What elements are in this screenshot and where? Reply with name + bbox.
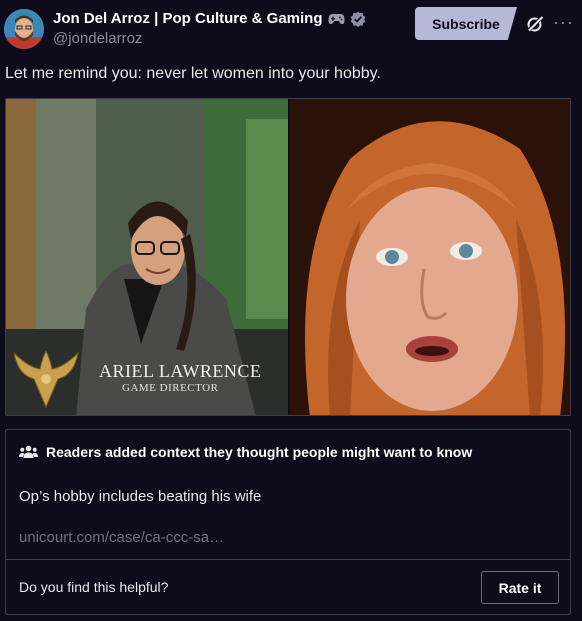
studio-logo-emblem xyxy=(13,349,79,409)
community-note-body: Op’s hobby includes beating his wife xyxy=(19,488,262,505)
author-handle[interactable]: @jondelarroz xyxy=(53,30,142,47)
game-controller-icon xyxy=(327,13,345,24)
community-note: Readers added context they thought peopl… xyxy=(5,429,571,615)
author-name-row[interactable]: Jon Del Arroz | Pop Culture & Gaming xyxy=(53,10,366,27)
nameplate-title: GAME DIRECTOR xyxy=(122,382,219,394)
community-note-title: Readers added context they thought peopl… xyxy=(46,444,473,460)
avatar-image xyxy=(4,9,44,49)
avatar[interactable] xyxy=(4,9,44,49)
community-note-divider xyxy=(6,559,570,560)
people-icon xyxy=(19,445,38,458)
redhead-character-image xyxy=(290,99,570,415)
tweet-text: Let me remind you: never let women into … xyxy=(5,65,381,82)
verified-check-icon xyxy=(350,11,365,27)
community-note-header: Readers added context they thought peopl… xyxy=(19,444,472,460)
rate-it-button[interactable]: Rate it xyxy=(481,571,559,604)
media-grid[interactable]: ARIEL LAWRENCE GAME DIRECTOR xyxy=(5,98,571,416)
more-horizontal-icon[interactable]: ··· xyxy=(553,12,574,33)
author-display-name[interactable]: Jon Del Arroz | Pop Culture & Gaming xyxy=(53,10,323,27)
photo-game-director[interactable]: ARIEL LAWRENCE GAME DIRECTOR xyxy=(6,99,288,415)
community-note-source-link[interactable]: unicourt.com/case/ca-ccc-sa… xyxy=(19,529,224,546)
subscribe-button[interactable]: Subscribe xyxy=(415,7,517,40)
photo-character-render[interactable] xyxy=(290,99,570,415)
helpful-prompt: Do you find this helpful? xyxy=(19,579,169,595)
nameplate-name: ARIEL LAWRENCE xyxy=(99,361,262,381)
grok-icon[interactable] xyxy=(526,15,544,33)
